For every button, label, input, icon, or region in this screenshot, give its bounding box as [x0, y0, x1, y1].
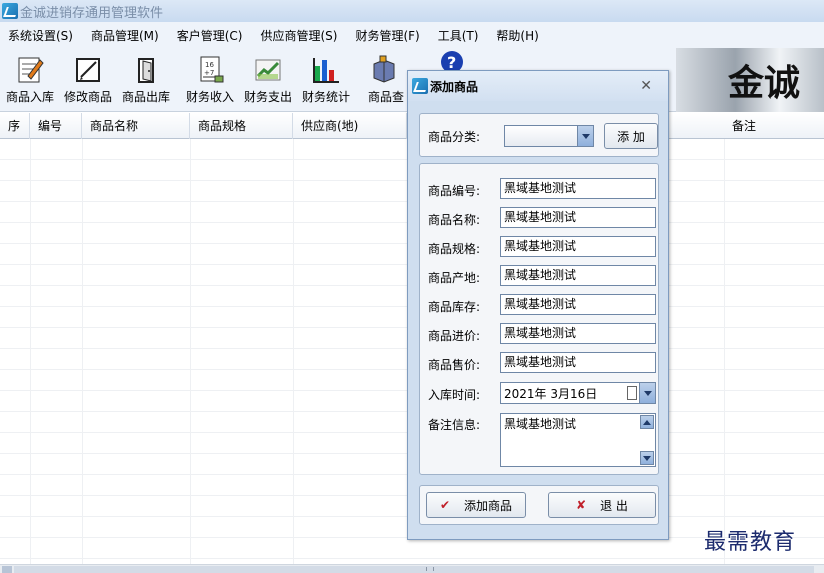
product-spec-input[interactable]: 黑域基地测试: [500, 236, 656, 257]
svg-text:16: 16: [205, 61, 214, 69]
stock-in-date-picker[interactable]: 2021年 3月16日: [500, 382, 656, 404]
action-panel: ✔ 添加商品 ✘ 退 出: [419, 485, 659, 525]
exit-x-icon: ✘: [576, 498, 587, 512]
toolbar-stock-out-label: 商品出库: [122, 90, 171, 104]
toolbar-stock-out-button[interactable]: 商品出库: [122, 54, 170, 106]
add-category-button[interactable]: 添 加: [604, 123, 658, 149]
grid-divider: [82, 139, 83, 564]
product-sale-price-input[interactable]: 黑域基地测试: [500, 352, 656, 373]
menu-supplier-management[interactable]: 供应商管理(S): [251, 27, 346, 44]
expense-chart-icon: [252, 54, 284, 86]
add-product-dialog: 添加商品 ✕ 商品分类: 添 加 商品编号: 黑域基地测试 商品名称: 黑域基地…: [407, 70, 669, 540]
title-bar: 金诚进销存通用管理软件: [0, 0, 824, 22]
edit-product-icon: [72, 54, 104, 86]
product-name-input[interactable]: 黑域基地测试: [500, 207, 656, 228]
add-product-button-label: 添加商品: [464, 498, 513, 513]
income-calculator-icon: 16 +7: [194, 54, 226, 86]
product-origin-input[interactable]: 黑域基地测试: [500, 265, 656, 286]
product-stock-input[interactable]: 黑域基地测试: [500, 294, 656, 315]
stock-in-icon: [14, 54, 46, 86]
toolbar-edit-product-label: 修改商品: [64, 90, 113, 104]
toolbar-stock-in-label: 商品入库: [6, 90, 55, 104]
product-fields-panel: 商品编号: 黑域基地测试 商品名称: 黑域基地测试 商品规格: 黑域基地测试 商…: [419, 163, 659, 475]
column-header-supplier[interactable]: 供应商(地): [293, 113, 407, 139]
toolbar-finance-statistics-label: 财务统计: [302, 90, 351, 104]
product-code-label: 商品编号:: [428, 184, 481, 198]
toolbar-finance-expense-label: 财务支出: [244, 90, 293, 104]
stock-out-icon: [130, 54, 162, 86]
grid-divider: [293, 139, 294, 564]
horizontal-scrollbar[interactable]: [0, 564, 824, 573]
scroll-left-arrow-icon[interactable]: [2, 566, 12, 573]
menu-customer-management[interactable]: 客户管理(C): [168, 27, 252, 44]
app-logo-icon: [2, 3, 18, 19]
close-icon[interactable]: ✕: [640, 78, 652, 94]
column-header-name[interactable]: 商品名称: [82, 113, 190, 139]
product-spec-label: 商品规格:: [428, 242, 481, 256]
chevron-down-icon[interactable]: [639, 383, 655, 403]
product-code-input[interactable]: 黑域基地测试: [500, 178, 656, 199]
category-select[interactable]: [504, 125, 594, 147]
product-sale-price-label: 商品售价:: [428, 358, 481, 372]
svg-text:+7: +7: [204, 69, 214, 77]
calendar-icon: [627, 386, 637, 400]
grid-divider: [724, 139, 725, 564]
toolbar-product-search-label: 商品查: [368, 90, 405, 104]
toolbar-finance-expense-button[interactable]: 财务支出: [244, 54, 292, 106]
grid-divider: [190, 139, 191, 564]
toolbar-finance-income-button[interactable]: 16 +7 财务收入: [186, 54, 234, 106]
menu-finance-management[interactable]: 财务管理(F): [346, 27, 428, 44]
scrollbar-grip-icon: [426, 567, 434, 571]
add-product-button[interactable]: ✔ 添加商品: [426, 492, 526, 518]
remark-label: 备注信息:: [428, 418, 481, 432]
product-stock-label: 商品库存:: [428, 300, 481, 314]
exit-button[interactable]: ✘ 退 出: [548, 492, 656, 518]
column-header-remark[interactable]: 备注: [724, 113, 824, 139]
product-search-icon: [370, 54, 402, 86]
window-title: 金诚进销存通用管理软件: [20, 5, 164, 21]
statistics-bar-icon: [310, 54, 342, 86]
chevron-down-icon[interactable]: [577, 126, 593, 146]
column-header-code[interactable]: 编号: [30, 113, 82, 139]
grid-divider: [30, 139, 31, 564]
product-cost-price-input[interactable]: 黑域基地测试: [500, 323, 656, 344]
toolbar-edit-product-button[interactable]: 修改商品: [64, 54, 112, 106]
category-panel: 商品分类: 添 加: [419, 113, 659, 157]
scroll-down-arrow-icon[interactable]: [640, 451, 654, 465]
toolbar-product-search-button[interactable]: 商品查: [368, 54, 404, 106]
menu-help[interactable]: 帮助(H): [487, 27, 547, 44]
scrollbar-thumb[interactable]: [14, 566, 814, 573]
dialog-title: 添加商品: [430, 79, 479, 94]
watermark: 最需教育: [704, 530, 797, 555]
stock-in-date-value: 2021年 3月16日: [504, 387, 598, 401]
brand-banner-text: 金诚: [728, 62, 801, 104]
menu-system-settings[interactable]: 系统设置(S): [0, 27, 82, 44]
remark-value: 黑域基地测试: [504, 417, 577, 431]
menu-bar: 系统设置(S) 商品管理(M) 客户管理(C) 供应商管理(S) 财务管理(F)…: [0, 22, 824, 48]
stock-in-date-label: 入库时间:: [428, 388, 481, 402]
product-name-label: 商品名称:: [428, 213, 481, 227]
product-origin-label: 商品产地:: [428, 271, 481, 285]
remark-textarea[interactable]: 黑域基地测试: [500, 413, 656, 467]
toolbar-finance-income-label: 财务收入: [186, 90, 235, 104]
toolbar-finance-statistics-button[interactable]: 财务统计: [302, 54, 350, 106]
exit-button-label: 退 出: [600, 498, 628, 513]
grid-divider: [0, 558, 824, 559]
product-cost-price-label: 商品进价:: [428, 329, 481, 343]
toolbar-stock-in-button[interactable]: 商品入库: [6, 54, 54, 106]
menu-product-management[interactable]: 商品管理(M): [82, 27, 168, 44]
scroll-up-arrow-icon[interactable]: [640, 415, 654, 429]
dialog-app-icon: [412, 78, 428, 94]
brand-banner: 金诚: [676, 48, 824, 112]
dialog-title-bar[interactable]: 添加商品 ✕: [408, 71, 668, 101]
menu-tools[interactable]: 工具(T): [429, 27, 488, 44]
checkmark-icon: ✔: [439, 498, 451, 512]
column-header-spec[interactable]: 商品规格: [190, 113, 293, 139]
column-header-index[interactable]: 序: [0, 113, 30, 139]
category-label: 商品分类:: [428, 130, 481, 144]
